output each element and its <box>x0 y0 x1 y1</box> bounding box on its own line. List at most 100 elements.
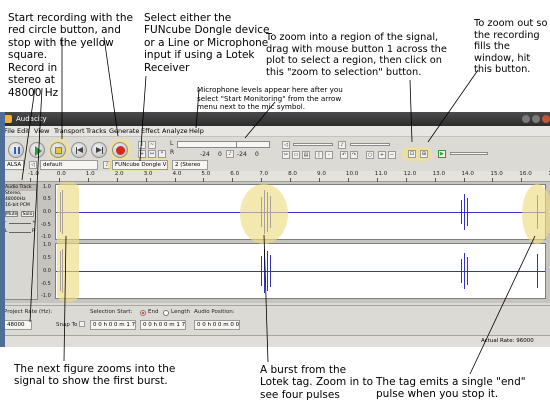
y-label-bot-3: 0.0 <box>43 268 51 274</box>
annotation-start-recording: Start recording with the red circle butt… <box>8 12 133 62</box>
playback-volume-slider[interactable] <box>293 143 333 146</box>
waveform-left-channel[interactable] <box>55 184 546 240</box>
host-select[interactable]: ALSA <box>4 160 24 170</box>
meter-db-2: 0 <box>218 151 222 158</box>
menu-tracks[interactable]: Tracks <box>86 126 106 137</box>
waveform-left-baseline <box>56 212 545 213</box>
skip-to-start-button[interactable] <box>71 142 87 158</box>
y-label-top-3: 0.0 <box>43 209 51 215</box>
selection-start-field[interactable]: 0 0 h 0 0 m 1 7 s <box>90 320 136 330</box>
audio-position-field[interactable]: 0 0 h 0 0 m 0 0 s <box>194 320 240 330</box>
trim-icon[interactable]: | <box>315 151 323 159</box>
ruler-tick-label: 9.0 <box>317 171 326 177</box>
title-bar: Audacity <box>0 112 550 126</box>
pause-button[interactable] <box>8 142 24 158</box>
menu-effect[interactable]: Effect <box>141 126 160 137</box>
input-channels-select[interactable]: 2 (Stereo <box>172 160 208 170</box>
selection-start-label: Selection Start: <box>90 309 133 315</box>
maximize-icon[interactable] <box>532 115 540 123</box>
paste-icon[interactable]: ▤ <box>302 151 310 159</box>
window-left-edge <box>0 112 5 347</box>
mute-button[interactable]: Mute <box>5 211 18 217</box>
track-info-format: Stereo, 48000Hz <box>5 191 26 202</box>
gain-slider[interactable] <box>9 223 31 224</box>
menu-generate[interactable]: Generate <box>109 126 139 137</box>
ruler-tick-label: -1.0 <box>28 171 39 177</box>
speaker-icon[interactable]: ◁ <box>282 141 290 149</box>
ruler-tick-label: 10.0 <box>345 171 359 177</box>
microphone-icon[interactable]: ♪ <box>226 150 234 158</box>
selection-end-field[interactable]: 0 0 h 0 0 m 1 7 s <box>140 320 186 330</box>
mic-volume-icon[interactable]: ♪ <box>338 141 346 149</box>
pan-slider[interactable] <box>9 232 31 233</box>
timeshift-tool-icon[interactable]: ↔ <box>148 150 156 158</box>
pan-right-label: R <box>32 229 36 234</box>
menu-analyze[interactable]: Analyze <box>162 126 188 137</box>
waveform-right-baseline <box>56 271 545 272</box>
undo-icon[interactable]: ↶ <box>340 151 348 159</box>
menu-edit[interactable]: Edit <box>17 126 30 137</box>
record-button[interactable] <box>112 142 128 158</box>
menu-transport[interactable]: Transport <box>54 126 85 137</box>
selection-toolbar: Project Rate (Hz): 48000 Snap To Selecti… <box>0 305 550 335</box>
play-at-speed-icon[interactable]: ▶ <box>438 150 446 158</box>
length-radio[interactable] <box>163 310 169 316</box>
window-title: Audacity <box>16 115 47 123</box>
selection-tool-icon[interactable]: I <box>138 141 146 149</box>
sync-lock-icon[interactable]: ○ <box>366 151 374 159</box>
ruler-tick-label: 3.0 <box>143 171 153 177</box>
zoom-tool-icon[interactable]: + <box>138 150 146 158</box>
y-label-bot-5: -1.0 <box>41 293 51 299</box>
gain-minus-label: - <box>5 220 7 225</box>
skip-to-end-button[interactable] <box>91 142 107 158</box>
y-label-bot-2: 0.5 <box>43 255 51 261</box>
snap-to-checkbox[interactable] <box>79 321 85 327</box>
audacity-app-icon <box>4 115 12 123</box>
play-at-speed-slider[interactable] <box>450 152 488 155</box>
end-radio[interactable] <box>140 310 146 316</box>
stop-button[interactable] <box>50 142 66 158</box>
cut-icon[interactable]: ✂ <box>282 151 290 159</box>
project-rate-select[interactable]: 48000 <box>4 320 32 330</box>
zoom-out-icon[interactable]: − <box>388 151 396 159</box>
minimize-icon[interactable] <box>522 115 530 123</box>
y-label-top-4: -0.5 <box>41 222 51 228</box>
audio-position-label: Audio Position: <box>194 309 235 315</box>
solo-button[interactable]: Solo <box>21 211 34 217</box>
annotation-record-stereo: Record in stereo at 48000 Hz <box>8 62 59 99</box>
zoom-in-icon[interactable]: + <box>378 151 386 159</box>
input-device-select[interactable]: FUNcube Dongle V <box>112 160 168 170</box>
waveform-pulse <box>461 200 462 224</box>
waveform-right-channel[interactable] <box>55 243 546 299</box>
meter-db-4: 0 <box>255 151 259 158</box>
waveform-pulse <box>467 257 468 285</box>
record-volume-slider[interactable] <box>350 143 390 146</box>
redo-icon[interactable]: ↷ <box>350 151 358 159</box>
ruler-tick-label: 14.0 <box>461 171 474 177</box>
record-meter[interactable] <box>236 141 270 148</box>
output-device-select[interactable]: default <box>40 160 98 170</box>
menu-bar: File Edit View Transport Tracks Generate… <box>0 126 550 137</box>
play-button[interactable] <box>29 142 45 158</box>
menu-view[interactable]: View <box>34 126 49 137</box>
zoom-to-selection-icon[interactable]: ⊡ <box>408 150 416 158</box>
envelope-tool-icon[interactable]: ~ <box>148 141 156 149</box>
fit-project-icon[interactable]: ⊞ <box>420 150 428 158</box>
ruler-tick-label: 1.0 <box>85 171 95 177</box>
close-icon[interactable] <box>542 115 550 123</box>
menu-help[interactable]: Help <box>189 126 204 137</box>
timeline-ruler[interactable]: -1.0 0.0 1.0 2.0 3.0 4.0 5.0 6.0 7.0 8.0 9.0 10.0 11… <box>0 171 550 182</box>
ruler-tick-label: 8.0 <box>288 171 297 177</box>
waveform-pulse <box>261 256 262 286</box>
length-label: Length <box>171 309 190 315</box>
ruler-tick-label: 13.0 <box>432 171 446 177</box>
copy-icon[interactable]: ▭ <box>292 151 300 159</box>
meter-left-label: L <box>170 140 174 147</box>
status-bar: Actual Rate: 96000 <box>0 335 550 347</box>
ruler-tick-label: 12.0 <box>403 171 417 177</box>
multi-tool-icon[interactable]: * <box>158 150 166 158</box>
silence-icon[interactable]: - <box>325 151 333 159</box>
waveform-pulse <box>267 251 268 291</box>
menu-file[interactable]: File <box>4 126 15 137</box>
annotation-end-pulse: The tag emits a single "end" pulse when … <box>376 376 526 401</box>
